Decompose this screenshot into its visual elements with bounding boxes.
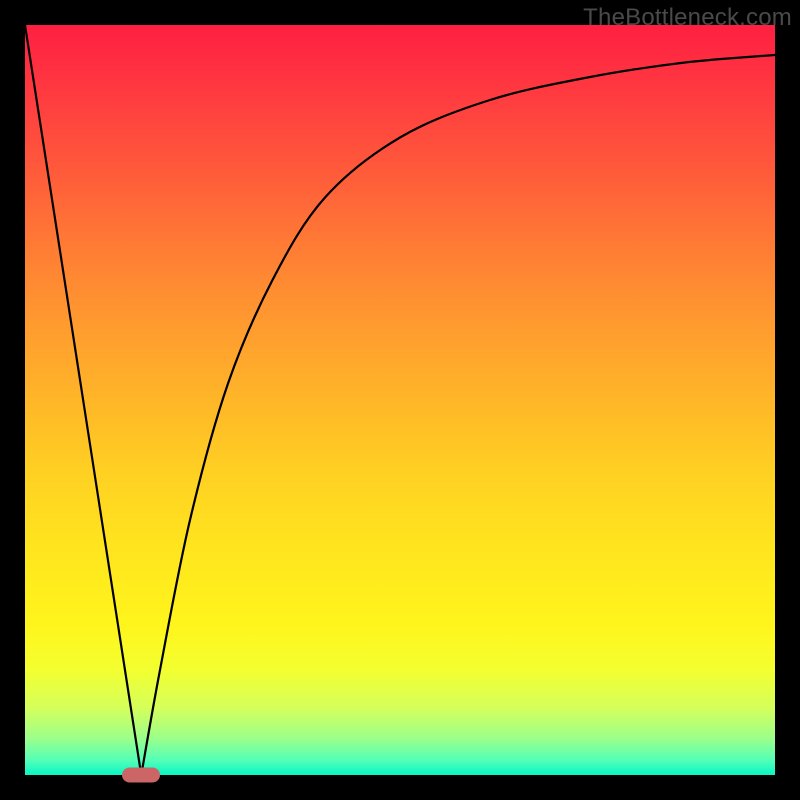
curve-path — [25, 25, 775, 775]
plot-area — [25, 25, 775, 775]
chart-curve — [25, 25, 775, 775]
minimum-marker — [122, 768, 160, 783]
chart-container: TheBottleneck.com — [0, 0, 800, 800]
